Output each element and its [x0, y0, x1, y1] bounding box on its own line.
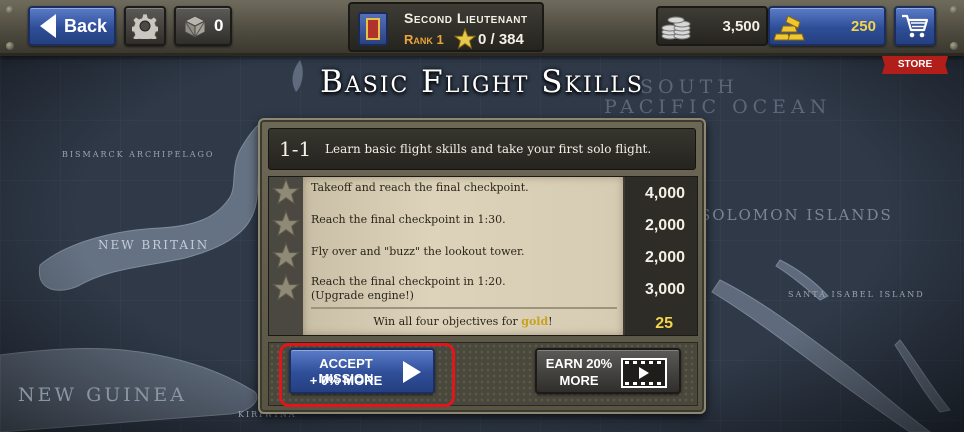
mission-dialog: 1-1 Learn basic flight skills and take y… — [258, 118, 706, 414]
rank-insignia-icon — [358, 12, 388, 46]
gold-bars-icon — [774, 15, 805, 41]
rivet — [950, 6, 958, 14]
earn-more-label-2: MORE — [559, 373, 599, 388]
crate-icon — [183, 15, 207, 38]
objective-note-4: (Upgrade engine!) — [311, 289, 414, 302]
objective-score-1: 4,000 — [644, 185, 685, 202]
silver-coins-icon — [661, 16, 691, 40]
back-button-label: Back — [64, 15, 108, 36]
gold-amount: 250 — [850, 18, 876, 35]
gold-reward-suffix: ! — [548, 315, 553, 328]
objective-score-4: 3,000 — [644, 281, 685, 298]
rivet — [6, 6, 14, 14]
rivet — [950, 42, 958, 50]
map-label-santa-isabel: Santa Isabel Island — [788, 290, 925, 299]
back-button[interactable]: Back — [28, 6, 116, 46]
silver-panel: 3,500 — [656, 6, 768, 46]
map-label-new-guinea: New Guinea — [18, 384, 187, 406]
accept-mission-bonus: + 0% MORE — [309, 373, 383, 388]
objective-star-icon — [272, 177, 300, 206]
mission-title: Basic Flight Skills — [320, 64, 644, 100]
objective-star-icon — [272, 209, 300, 238]
accept-mission-button[interactable]: ACCEPT MISSION + 0% MORE — [289, 348, 435, 394]
objective-text-3: Fly over and "buzz" the lookout tower. — [311, 245, 525, 258]
store-cart-button[interactable] — [894, 6, 936, 46]
shopping-cart-icon — [902, 14, 929, 38]
rank-level: Rank 1 — [404, 32, 444, 47]
crate-count: 0 — [214, 16, 224, 35]
earn-more-label: EARN 20% — [545, 356, 613, 371]
objectives-paper: Takeoff and reach the final checkpoint. … — [303, 177, 623, 335]
map-label-solomon: Solomon Islands — [700, 206, 893, 224]
play-icon — [403, 361, 421, 383]
back-arrow-icon — [40, 14, 56, 38]
gold-button[interactable]: 250 — [768, 6, 886, 46]
gear-icon — [132, 13, 158, 39]
rank-title: Second Lieutenant — [404, 10, 528, 26]
objective-score-2: 2,000 — [644, 217, 685, 234]
objective-text-4: Reach the final checkpoint in 1:20. — [311, 275, 506, 288]
objective-scores-column: 4,000 2,000 2,000 3,000 25 — [625, 177, 697, 335]
objective-text-2: Reach the final checkpoint in 1:30. — [311, 213, 506, 226]
gold-word: gold — [521, 315, 549, 328]
earn-more-button[interactable]: EARN 20% MORE — [535, 348, 681, 394]
map-label-new-britain: New Britain — [98, 238, 210, 252]
mission-id: 1-1 — [279, 137, 312, 161]
objective-star-icon — [272, 273, 300, 302]
video-film-icon — [621, 358, 667, 388]
gold-reward-amount: 25 — [655, 315, 673, 332]
objectives-panel: Takeoff and reach the final checkpoint. … — [268, 176, 698, 336]
top-bar: Back 0 Second Lieutenant Rank 1 0 / 384 — [0, 0, 964, 56]
objective-score-3: 2,000 — [644, 249, 685, 266]
gold-reward-line: Win all four objectives for gold! — [303, 315, 623, 328]
objective-stars-column — [269, 177, 303, 335]
map-label-bismarck: Bismarck Archipelago — [62, 150, 215, 159]
divider — [311, 307, 617, 309]
settings-button[interactable] — [124, 6, 166, 46]
crate-button[interactable]: 0 — [174, 6, 232, 46]
mission-description-bar: 1-1 Learn basic flight skills and take y… — [268, 128, 696, 170]
mission-description: Learn basic flight skills and take your … — [325, 142, 652, 156]
rivet — [6, 42, 14, 50]
rank-panel: Second Lieutenant Rank 1 0 / 384 — [348, 2, 544, 52]
objective-star-icon — [272, 241, 300, 270]
silver-amount: 3,500 — [722, 18, 760, 35]
objective-text-1: Takeoff and reach the final checkpoint. — [311, 181, 529, 194]
dialog-button-bar: ACCEPT MISSION + 0% MORE EARN 20% MORE — [268, 342, 698, 407]
star-icon — [454, 28, 476, 50]
rank-stars-count: 0 / 384 — [478, 31, 524, 48]
gold-reward-prefix: Win all four objectives for — [373, 315, 522, 328]
